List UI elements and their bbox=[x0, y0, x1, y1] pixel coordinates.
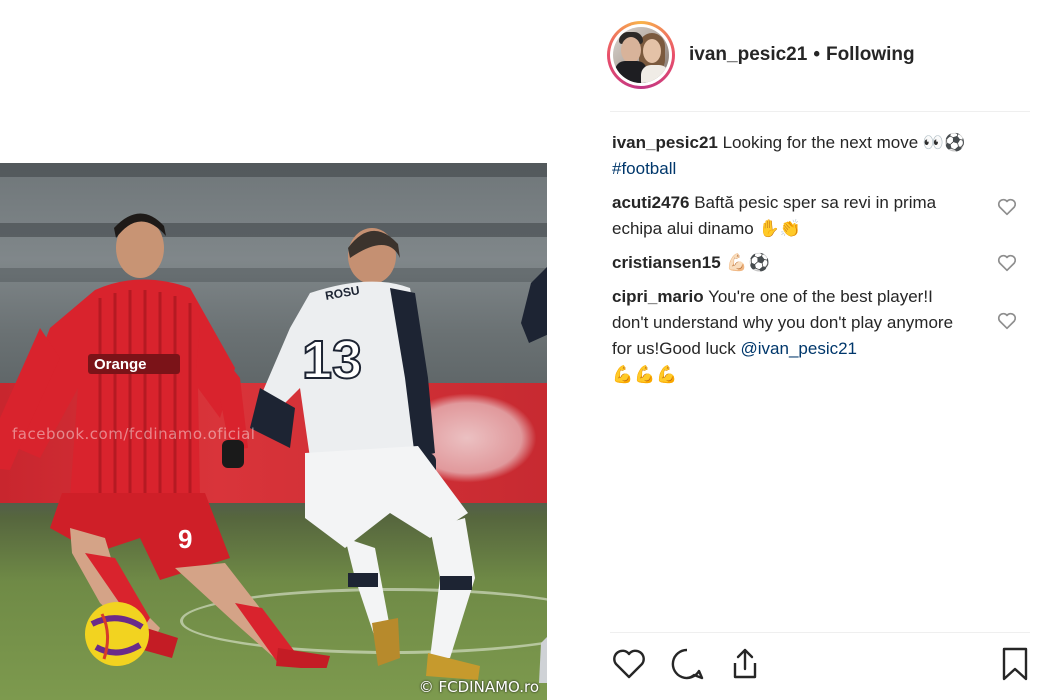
caption: ivan_pesic21 Looking for the next move 👀… bbox=[612, 130, 1012, 182]
comment-username[interactable]: cristiansen15 bbox=[612, 253, 721, 272]
caption-text: Looking for the next move 👀⚽ bbox=[717, 133, 966, 152]
watermark-facebook: facebook.com/fcdinamo.oficial bbox=[12, 425, 256, 443]
hashtag-link[interactable]: #football bbox=[612, 159, 676, 178]
comment-username[interactable]: acuti2476 bbox=[612, 193, 690, 212]
share-icon[interactable] bbox=[726, 645, 764, 683]
comment-username[interactable]: cipri_mario bbox=[612, 287, 704, 306]
heart-icon[interactable] bbox=[610, 645, 648, 683]
comment-item: cristiansen15 💪🏻⚽ bbox=[612, 250, 1017, 276]
player-left-number: 9 bbox=[178, 524, 192, 554]
post-actions bbox=[610, 645, 1030, 689]
comment-item: cipri_mario You're one of the best playe… bbox=[612, 284, 1017, 388]
bookmark-icon[interactable] bbox=[996, 645, 1034, 683]
stadium-stand bbox=[0, 163, 547, 177]
post-author-username[interactable]: ivan_pesic21 bbox=[689, 44, 807, 66]
actions-divider bbox=[610, 632, 1030, 633]
header-divider bbox=[610, 111, 1030, 112]
caption-username[interactable]: ivan_pesic21 bbox=[612, 133, 718, 152]
heart-icon[interactable] bbox=[996, 196, 1018, 218]
ball-icon bbox=[85, 602, 149, 666]
post-photo[interactable]: Orange 9 ROSU 13 facebook.com/fcdinamo.o… bbox=[0, 163, 547, 700]
heart-icon[interactable] bbox=[996, 310, 1018, 332]
watermark-fcdinamo: © FCDINAMO.ro bbox=[418, 678, 539, 696]
mention-link[interactable]: @ivan_pesic21 bbox=[741, 339, 858, 358]
comments-list: ivan_pesic21 Looking for the next move 👀… bbox=[612, 130, 1017, 396]
avatar[interactable] bbox=[607, 21, 675, 89]
following-button[interactable]: Following bbox=[826, 44, 915, 66]
comment-icon[interactable] bbox=[668, 645, 706, 683]
post-header: ivan_pesic21 • Following bbox=[607, 19, 1027, 91]
comment-text: 💪🏻⚽ bbox=[720, 253, 771, 272]
sponsor-text: Orange bbox=[94, 356, 147, 373]
partial-player bbox=[521, 267, 547, 683]
heart-icon[interactable] bbox=[996, 252, 1018, 274]
player-white-kit: ROSU 13 bbox=[250, 228, 480, 680]
comment-item: acuti2476 Baftă pesic sper sa revi in pr… bbox=[612, 190, 1017, 242]
player-right-number: 13 bbox=[302, 330, 362, 390]
separator-dot: • bbox=[813, 44, 820, 65]
comment-emoji: 💪💪💪 bbox=[612, 365, 679, 384]
